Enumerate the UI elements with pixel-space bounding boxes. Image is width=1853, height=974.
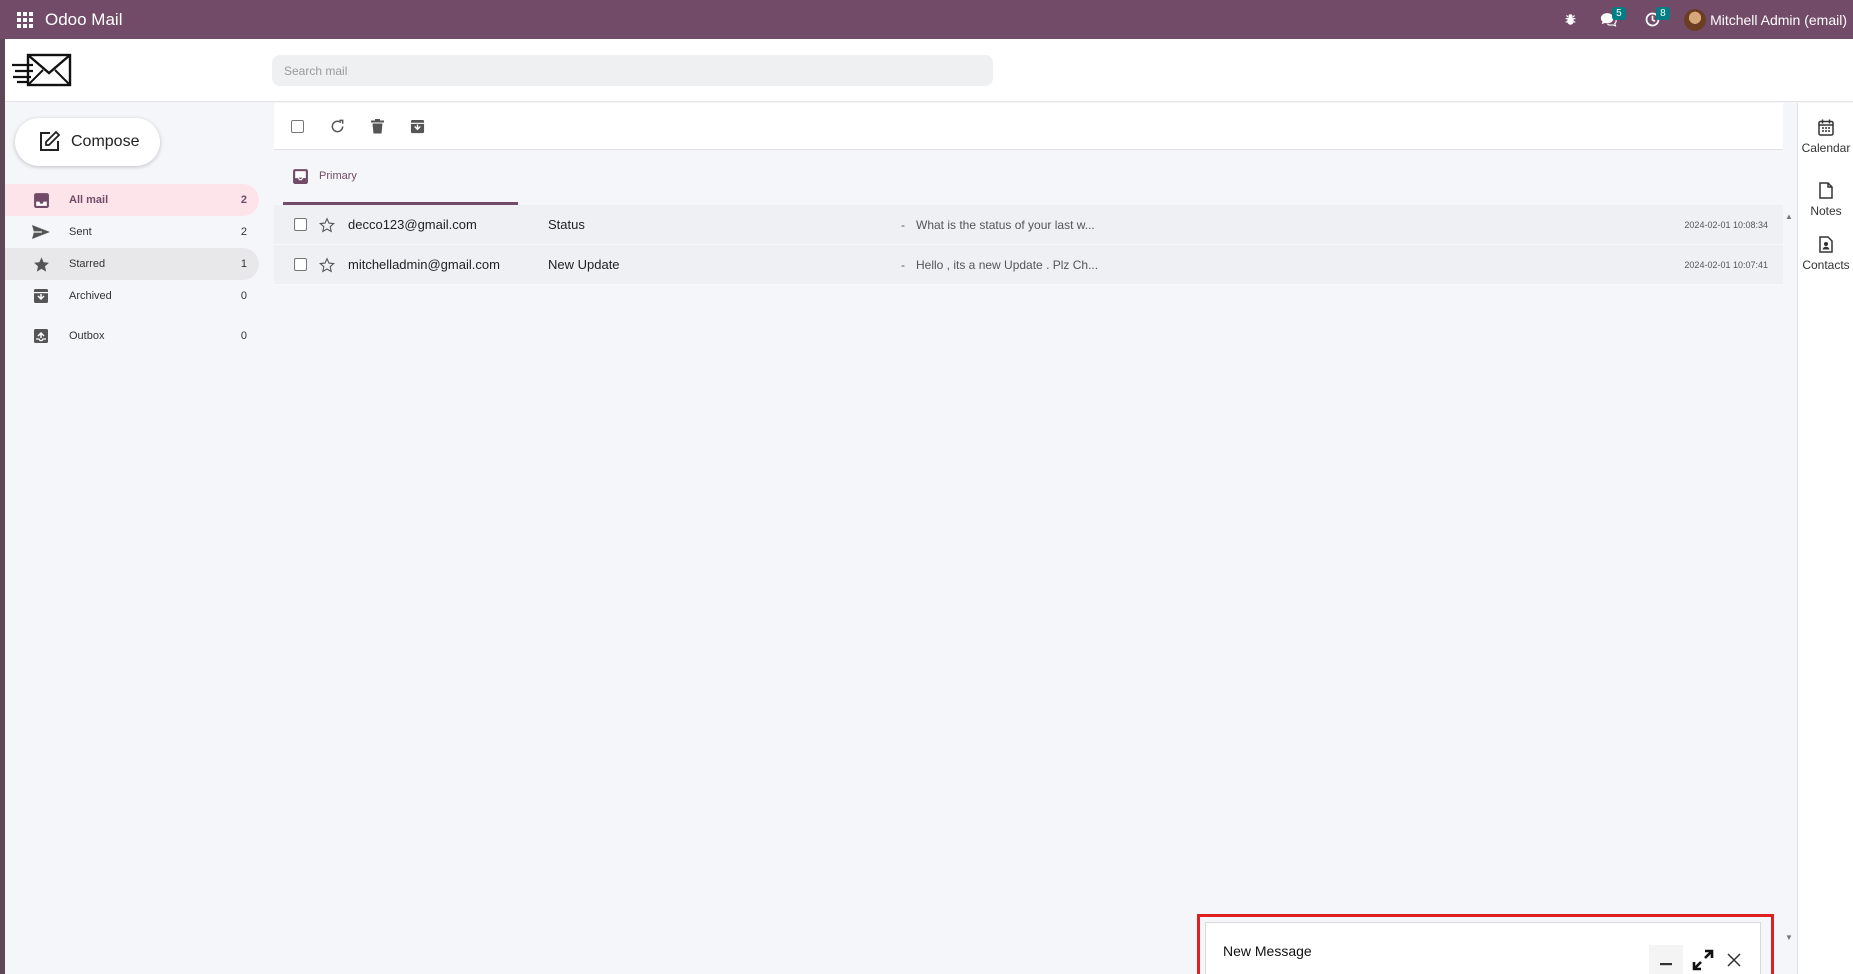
right-rail: Calendar Notes Contacts [1797, 103, 1853, 974]
archive-icon[interactable] [397, 111, 437, 141]
rail-label: Contacts [1802, 258, 1850, 272]
note-icon [1819, 182, 1833, 199]
app-title: Odoo Mail [45, 9, 123, 29]
sidebar-item-count: 0 [240, 330, 247, 342]
sidebar-item-count: 0 [240, 290, 247, 302]
outbox-icon [32, 327, 50, 345]
mail-list-panel: Primary decco123@gmail.com Status - What… [274, 103, 1783, 974]
mail-header [0, 39, 1853, 102]
sidebar-item-sent[interactable]: Sent 2 [5, 216, 259, 248]
mail-separator: - [901, 257, 905, 272]
expand-icon[interactable] [1686, 945, 1720, 974]
mail-row[interactable]: mitchelladmin@gmail.com New Update - Hel… [274, 245, 1783, 285]
messages-count-badge: 5 [1612, 7, 1626, 20]
tab-primary[interactable]: Primary [283, 150, 518, 205]
rail-calendar[interactable]: Calendar [1798, 119, 1853, 155]
mail-sender: mitchelladmin@gmail.com [348, 257, 500, 272]
user-menu[interactable]: Mitchell Admin (email) [1684, 8, 1847, 31]
minimize-icon[interactable] [1649, 945, 1683, 974]
calendar-icon [1818, 119, 1834, 136]
sidebar-item-archived[interactable]: Archived 0 [5, 280, 259, 312]
sidebar-item-label: Outbox [69, 330, 105, 342]
user-name: Mitchell Admin (email) [1710, 11, 1847, 28]
mail-subject: New Update [548, 257, 620, 272]
top-navbar: Odoo Mail 5 8 Mitchell Admin (email) [0, 0, 1853, 39]
star-icon[interactable] [319, 216, 335, 233]
mail-snippet: What is the status of your last w... [916, 217, 1095, 232]
row-checkbox[interactable] [294, 258, 307, 271]
mail-toolbar [274, 103, 1783, 150]
mail-tabs: Primary [274, 150, 1783, 205]
new-message-title: New Message [1223, 943, 1312, 959]
rail-notes[interactable]: Notes [1798, 182, 1853, 218]
mail-date: 2024-02-01 10:07:41 [1684, 259, 1768, 270]
star-icon[interactable] [319, 256, 335, 273]
search-input[interactable] [272, 55, 993, 86]
scroll-down-arrow[interactable]: ▼ [1785, 933, 1793, 942]
close-icon[interactable] [1717, 945, 1751, 974]
tab-primary-label: Primary [319, 170, 357, 182]
window-edge [0, 39, 5, 974]
archive-icon [32, 287, 50, 305]
scroll-up-arrow[interactable]: ▲ [1785, 212, 1793, 221]
mail-folders: All mail 2 Sent 2 Starred 1 Archived 0 O… [5, 184, 259, 352]
sidebar-item-label: All mail [69, 194, 109, 206]
apps-grid-icon[interactable] [17, 11, 33, 28]
mail-separator: - [901, 217, 905, 232]
sidebar-item-label: Archived [69, 290, 112, 302]
rail-label: Calendar [1801, 141, 1851, 155]
mail-envelope-logo [12, 53, 72, 87]
trash-icon[interactable] [357, 111, 397, 141]
inbox-icon [32, 191, 50, 209]
mail-subject: Status [548, 217, 585, 232]
compose-button[interactable]: Compose [15, 118, 160, 166]
sidebar-item-count: 2 [240, 194, 247, 206]
select-all-checkbox[interactable] [277, 111, 317, 141]
clock-activity-icon[interactable]: 8 [1638, 0, 1670, 39]
send-icon [32, 223, 50, 241]
sidebar-item-label: Sent [69, 226, 92, 238]
mail-date: 2024-02-01 10:08:34 [1684, 219, 1768, 230]
sidebar-item-count: 1 [240, 258, 247, 270]
mail-row[interactable]: decco123@gmail.com Status - What is the … [274, 205, 1783, 245]
new-message-window[interactable]: New Message [1205, 922, 1761, 974]
sidebar-item-starred[interactable]: Starred 1 [5, 248, 259, 280]
rail-contacts[interactable]: Contacts [1798, 236, 1853, 272]
sidebar-item-count: 2 [240, 226, 247, 238]
contact-card-icon [1819, 236, 1833, 253]
debug-bug-icon[interactable] [1556, 0, 1584, 39]
chat-bubbles-icon[interactable]: 5 [1594, 0, 1626, 39]
sidebar-item-label: Starred [69, 258, 106, 270]
mail-sender: decco123@gmail.com [348, 217, 477, 232]
rail-label: Notes [1810, 204, 1842, 218]
row-checkbox[interactable] [294, 218, 307, 231]
sidebar-item-all-mail[interactable]: All mail 2 [5, 184, 259, 216]
inbox-icon [293, 168, 308, 184]
activities-count-badge: 8 [1656, 7, 1670, 20]
refresh-icon[interactable] [317, 111, 357, 141]
mail-snippet: Hello , its a new Update . Plz Ch... [916, 257, 1099, 272]
avatar [1684, 8, 1707, 31]
sidebar-item-outbox[interactable]: Outbox 0 [5, 320, 259, 352]
compose-label: Compose [71, 133, 140, 150]
star-icon [32, 255, 50, 273]
compose-edit-icon [40, 130, 61, 151]
